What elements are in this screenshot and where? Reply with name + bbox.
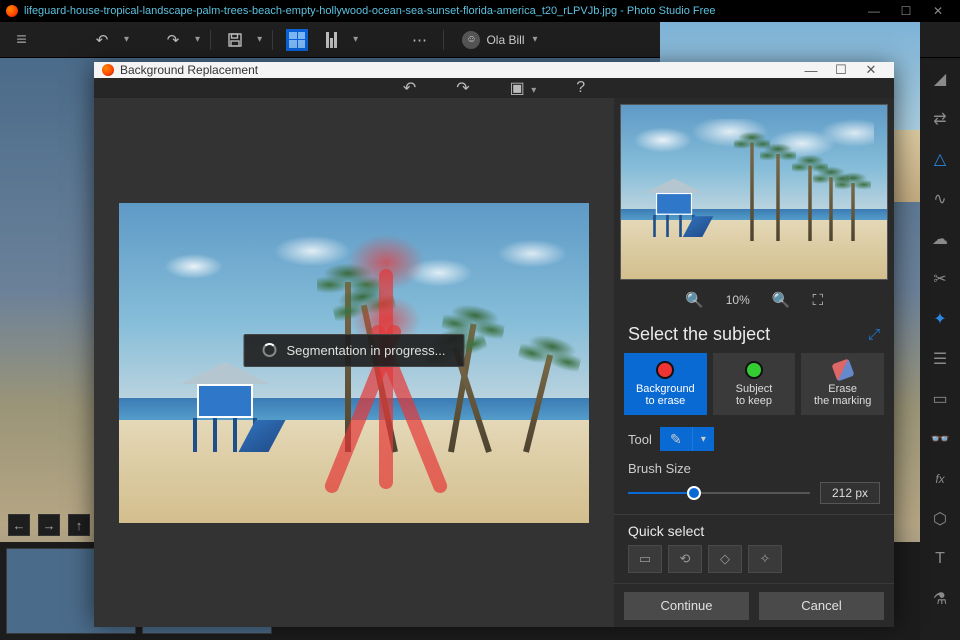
columns-view-button[interactable]: [317, 26, 345, 54]
undo-button[interactable]: ↶: [88, 26, 116, 54]
save-options-dropdown[interactable]: ▾: [257, 34, 262, 45]
quick-select-section: Quick select ▭ ⟲ ◇ ✧: [614, 514, 894, 583]
separator: [210, 30, 211, 50]
quick-select-lasso[interactable]: ⟲: [668, 545, 702, 573]
mode-erase-marking[interactable]: Erasethe marking: [801, 353, 884, 415]
window-close-button[interactable]: ✕: [922, 4, 954, 18]
tool-selector[interactable]: ✎ ▾: [660, 427, 714, 451]
dialog-help-button[interactable]: ?: [576, 79, 585, 97]
grid-view-button[interactable]: [283, 26, 311, 54]
separator: [272, 30, 273, 50]
dialog-close-button[interactable]: ✕: [856, 62, 886, 78]
fx-icon[interactable]: fx: [929, 468, 951, 490]
mode-selector: Backgroundto erase Subjectto keep Eraset…: [614, 353, 894, 415]
zoom-out-button[interactable]: 🔍: [685, 291, 704, 309]
background-replacement-dialog: Background Replacement — ☐ ✕ ↶ ↷ ▣ ▾ ?: [94, 62, 894, 620]
brush-size-input[interactable]: [820, 482, 880, 504]
quick-select-poly[interactable]: ◇: [708, 545, 742, 573]
zoom-percent: 10%: [726, 293, 750, 307]
background-tool-icon[interactable]: ✦: [929, 308, 951, 330]
shapes-icon[interactable]: ⬡: [929, 508, 951, 530]
lifeguard-hut: [185, 362, 265, 452]
quick-select-rect[interactable]: ▭: [628, 545, 662, 573]
cloud-icon[interactable]: ☁: [929, 228, 951, 250]
mode-subject-to-keep[interactable]: Subjectto keep: [713, 353, 796, 415]
window-title: lifeguard-house-tropical-landscape-palm-…: [24, 5, 858, 17]
dialog-canvas-area[interactable]: Segmentation in progress...: [94, 98, 614, 627]
dialog-maximize-button[interactable]: ☐: [826, 62, 856, 78]
undo-history-dropdown[interactable]: ▾: [124, 34, 129, 45]
up-button[interactable]: ↑: [68, 514, 90, 536]
eraser-icon: [831, 358, 854, 381]
expand-section-button[interactable]: ⤢: [868, 326, 880, 343]
next-image-button[interactable]: →: [38, 514, 60, 536]
dialog-toolbar: ↶ ↷ ▣ ▾ ?: [94, 78, 894, 98]
dialog-title: Background Replacement: [120, 63, 258, 77]
flask-icon[interactable]: ⚗: [929, 588, 951, 610]
user-menu-caret-icon: ▾: [532, 34, 537, 45]
navigation-arrows: ← → ↑: [8, 514, 90, 536]
sliders-icon[interactable]: ☰: [929, 348, 951, 370]
spinner-icon: [263, 343, 277, 357]
cancel-button[interactable]: Cancel: [759, 592, 884, 620]
save-button[interactable]: [221, 26, 249, 54]
dialog-undo-button[interactable]: ↶: [403, 78, 416, 98]
separator: [443, 30, 444, 50]
crop-icon[interactable]: ✂: [929, 268, 951, 290]
tool-label: Tool: [628, 432, 652, 447]
type-icon[interactable]: T: [929, 548, 951, 570]
dialog-titlebar: Background Replacement — ☐ ✕: [94, 62, 894, 78]
progress-text: Segmentation in progress...: [287, 343, 446, 358]
glasses-icon[interactable]: 👓: [929, 428, 951, 450]
mode-background-to-erase[interactable]: Backgroundto erase: [624, 353, 707, 415]
dialog-image-menu[interactable]: ▣ ▾: [510, 78, 537, 98]
brush-tool-icon: ✎: [660, 427, 692, 451]
canvas-image: Segmentation in progress...: [119, 203, 589, 523]
curves-icon[interactable]: ∿: [929, 188, 951, 210]
zoom-in-button[interactable]: 🔍: [772, 291, 791, 309]
dialog-app-icon: [102, 64, 114, 76]
dialog-minimize-button[interactable]: —: [796, 63, 826, 78]
right-toolbar: ◢ ⇄ △ ∿ ☁ ✂ ✦ ☰ ▭ 👓 fx ⬡ T ⚗: [920, 58, 960, 640]
section-heading: Select the subject ⤢: [614, 314, 894, 353]
redo-history-dropdown[interactable]: ▾: [195, 34, 200, 45]
tool-row: Tool ✎ ▾: [614, 415, 894, 455]
brush-size-slider[interactable]: [628, 492, 810, 494]
avatar-icon: ☺: [462, 31, 480, 49]
prev-image-button[interactable]: ←: [8, 514, 30, 536]
user-chip[interactable]: ☺ Ola Bill ▾: [454, 31, 545, 49]
zoom-controls: 🔍 10% 🔍 ⛶: [614, 286, 894, 314]
window-minimize-button[interactable]: —: [858, 4, 890, 18]
plus-circle-icon: [745, 361, 763, 379]
dialog-side-panel: 🔍 10% 🔍 ⛶ Select the subject ⤢ Backgroun…: [614, 98, 894, 627]
hamburger-menu-button[interactable]: ≡: [8, 26, 36, 54]
view-options-dropdown[interactable]: ▾: [353, 34, 358, 45]
histogram-icon[interactable]: ◢: [929, 68, 951, 90]
minus-circle-icon: [656, 361, 674, 379]
slider-knob[interactable]: [687, 486, 701, 500]
dialog-redo-button[interactable]: ↷: [456, 78, 469, 98]
quick-select-wand[interactable]: ✧: [748, 545, 782, 573]
app-icon: [6, 5, 18, 17]
tool-dropdown-caret-icon: ▾: [692, 427, 714, 451]
preview-thumbnail[interactable]: [620, 104, 888, 280]
redo-button[interactable]: ↷: [159, 26, 187, 54]
brush-size-row: Brush Size: [614, 455, 894, 514]
marquee-icon[interactable]: ▭: [929, 388, 951, 410]
window-maximize-button[interactable]: ☐: [890, 4, 922, 18]
swap-icon[interactable]: ⇄: [929, 108, 951, 130]
triangle-tool-icon[interactable]: △: [929, 148, 951, 170]
more-actions-button[interactable]: ⋯: [405, 26, 433, 54]
progress-toast: Segmentation in progress...: [244, 334, 465, 367]
fit-screen-button[interactable]: ⛶: [812, 292, 823, 309]
dialog-footer: Continue Cancel: [614, 583, 894, 627]
brush-size-label: Brush Size: [628, 461, 691, 476]
user-name: Ola Bill: [486, 33, 524, 47]
continue-button[interactable]: Continue: [624, 592, 749, 620]
window-titlebar: lifeguard-house-tropical-landscape-palm-…: [0, 0, 960, 22]
quick-select-label: Quick select: [614, 514, 894, 545]
